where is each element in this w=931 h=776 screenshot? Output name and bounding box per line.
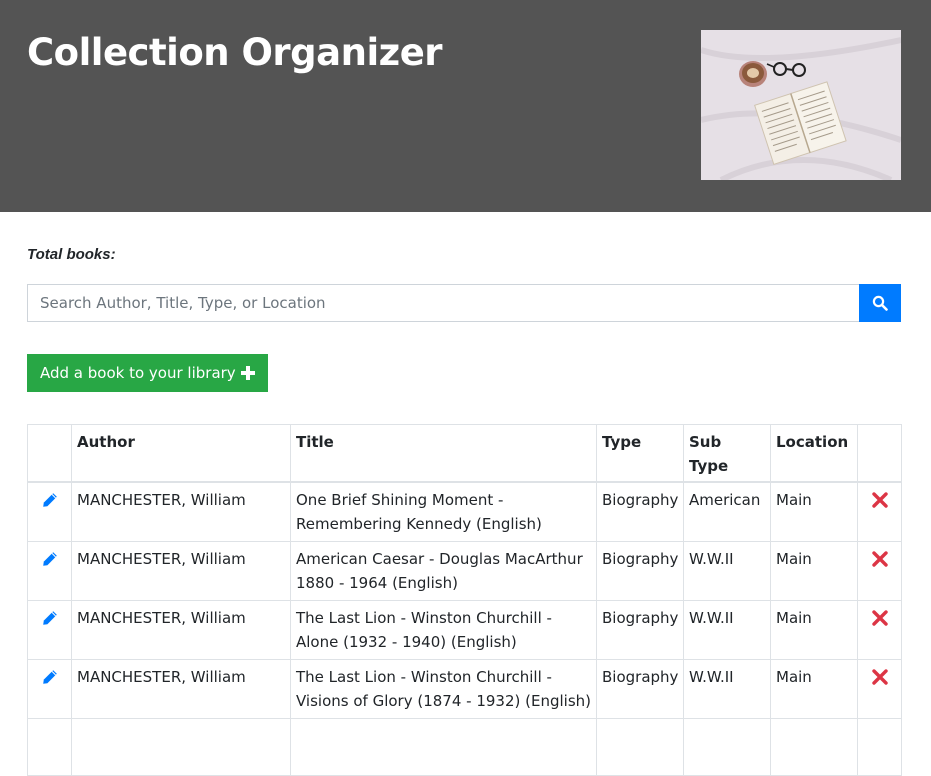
table-row: MANCHESTER, William One Brief Shining Mo… <box>27 481 902 542</box>
header-location: Location <box>770 424 858 483</box>
delete-button[interactable] <box>871 492 888 508</box>
header-delete <box>857 424 902 483</box>
header-type: Type <box>596 424 684 483</box>
search-bar <box>27 284 901 322</box>
edit-cell <box>27 541 72 601</box>
subtype-cell: W.W.II <box>683 659 771 719</box>
delete-button[interactable] <box>871 669 888 685</box>
add-book-label: Add a book to your library <box>40 364 236 382</box>
delete-cell <box>857 659 902 719</box>
delete-cell <box>857 718 902 776</box>
edit-cell <box>27 481 72 542</box>
header-edit <box>27 424 72 483</box>
location-cell: Main <box>770 659 858 719</box>
edit-cell <box>27 600 72 660</box>
author-cell: MANCHESTER, William <box>71 481 291 542</box>
title-cell: One Brief Shining Moment - Remembering K… <box>290 481 597 542</box>
subtype-cell: W.W.II <box>683 600 771 660</box>
close-icon <box>871 669 888 685</box>
type-cell: Biography <box>596 659 684 719</box>
author-cell: MANCHESTER, William <box>71 659 291 719</box>
author-cell <box>71 718 291 776</box>
location-cell: Main <box>770 481 858 542</box>
location-cell <box>770 718 858 776</box>
subtype-cell <box>683 718 771 776</box>
pencil-icon <box>42 552 57 566</box>
title-cell: The Last Lion - Winston Churchill - Alon… <box>290 600 597 660</box>
author-cell: MANCHESTER, William <box>71 600 291 660</box>
search-button[interactable] <box>859 284 901 322</box>
close-icon <box>871 492 888 508</box>
edit-button[interactable] <box>42 551 58 567</box>
add-book-button[interactable]: Add a book to your library <box>27 354 268 392</box>
edit-cell <box>27 718 72 776</box>
app-title: Collection Organizer <box>27 31 443 74</box>
location-cell: Main <box>770 600 858 660</box>
title-cell: The Last Lion - Winston Churchill - Visi… <box>290 659 597 719</box>
type-cell: Biography <box>596 481 684 542</box>
type-cell: Biography <box>596 541 684 601</box>
total-books-label: Total books: <box>27 246 116 263</box>
table-header-row: Author Title Type Sub Type Location <box>27 424 902 483</box>
table-row <box>27 718 902 776</box>
title-cell <box>290 718 597 776</box>
pencil-icon <box>42 611 57 625</box>
books-table: Author Title Type Sub Type Location MANC… <box>27 424 902 776</box>
header-subtype: Sub Type <box>683 424 771 483</box>
table-row: MANCHESTER, William American Caesar - Do… <box>27 541 902 601</box>
type-cell: Biography <box>596 600 684 660</box>
edit-button[interactable] <box>42 492 58 508</box>
plus-icon <box>240 366 255 380</box>
subtype-cell: W.W.II <box>683 541 771 601</box>
edit-cell <box>27 659 72 719</box>
page-header: Collection Organizer <box>0 0 931 212</box>
header-title: Title <box>290 424 597 483</box>
pencil-icon <box>42 493 57 507</box>
header-image <box>701 30 901 180</box>
title-cell: American Caesar - Douglas MacArthur 1880… <box>290 541 597 601</box>
table-row: MANCHESTER, William The Last Lion - Wins… <box>27 600 902 660</box>
location-cell: Main <box>770 541 858 601</box>
close-icon <box>871 551 888 567</box>
delete-button[interactable] <box>871 610 888 626</box>
delete-cell <box>857 600 902 660</box>
delete-button[interactable] <box>871 551 888 567</box>
pencil-icon <box>42 670 57 684</box>
search-icon <box>872 295 888 311</box>
delete-cell <box>857 481 902 542</box>
edit-button[interactable] <box>42 610 58 626</box>
search-input[interactable] <box>27 284 859 322</box>
author-cell: MANCHESTER, William <box>71 541 291 601</box>
header-author: Author <box>71 424 291 483</box>
delete-cell <box>857 541 902 601</box>
subtype-cell: American <box>683 481 771 542</box>
table-row: MANCHESTER, William The Last Lion - Wins… <box>27 659 902 719</box>
edit-button[interactable] <box>42 669 58 685</box>
close-icon <box>871 610 888 626</box>
type-cell <box>596 718 684 776</box>
